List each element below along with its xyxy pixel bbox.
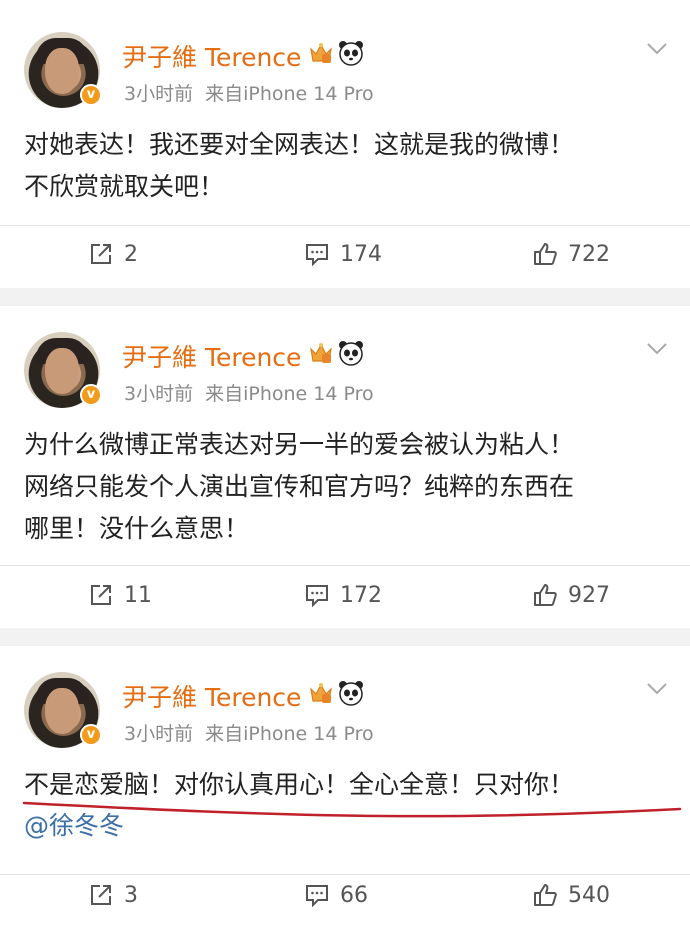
panda-icon bbox=[339, 341, 363, 366]
repost-icon bbox=[91, 885, 111, 905]
like-button[interactable]: 540 bbox=[532, 882, 610, 908]
post-text-line: 网络只能发个人演出宣传和官方吗？纯粹的东西在 bbox=[24, 472, 575, 501]
chevron-down-icon[interactable] bbox=[646, 342, 668, 356]
author-name[interactable]: 尹子維 Terence bbox=[122, 678, 301, 714]
like-count: 927 bbox=[568, 582, 610, 608]
repost-button[interactable]: 2 bbox=[88, 241, 138, 267]
author-name[interactable]: 尹子維 Terence bbox=[122, 38, 301, 74]
chevron-down-icon[interactable] bbox=[646, 42, 668, 56]
panda-icon bbox=[339, 681, 363, 706]
like-button[interactable]: 722 bbox=[532, 241, 610, 267]
repost-icon bbox=[91, 244, 111, 264]
comment-count: 174 bbox=[340, 241, 382, 267]
post-time: 3小时前 bbox=[124, 383, 194, 405]
author-name[interactable]: 尹子維 Terence bbox=[122, 338, 301, 374]
repost-count: 3 bbox=[124, 882, 138, 908]
chevron-down-icon[interactable] bbox=[646, 682, 668, 696]
post-source: 来自iPhone 14 Pro bbox=[205, 383, 374, 405]
red-underline-annotation bbox=[22, 801, 682, 818]
comment-button[interactable]: 174 bbox=[304, 241, 382, 267]
comment-icon bbox=[306, 244, 328, 267]
post-meta: 3小时前 来自iPhone 14 Pro bbox=[124, 719, 374, 746]
repost-button[interactable]: 3 bbox=[88, 882, 138, 908]
verified-badge-icon: v bbox=[80, 84, 102, 106]
comment-count: 172 bbox=[340, 582, 382, 608]
post-source: 来自iPhone 14 Pro bbox=[205, 83, 374, 105]
comment-button[interactable]: 172 bbox=[304, 582, 382, 608]
like-button[interactable]: 927 bbox=[532, 582, 610, 608]
repost-count: 11 bbox=[124, 582, 152, 608]
like-icon bbox=[534, 243, 557, 265]
crown-badge-icon bbox=[310, 43, 332, 63]
verified-badge-icon: v bbox=[80, 384, 102, 406]
post-text: 为什么微博正常表达对另一半的爱会被认为粘人！ 网络只能发个人演出宣传和官方吗？纯… bbox=[24, 424, 674, 550]
post-text-line: 为什么微博正常表达对另一半的爱会被认为粘人！ bbox=[24, 430, 575, 459]
comment-icon bbox=[306, 585, 328, 608]
like-count: 722 bbox=[568, 241, 610, 267]
post-text-line: 对她表达！我还要对全网表达！这就是我的微博！ bbox=[24, 130, 575, 159]
repost-count: 2 bbox=[124, 241, 138, 267]
verified-badge-icon: v bbox=[80, 724, 102, 746]
comment-button[interactable]: 66 bbox=[304, 882, 368, 908]
post-text-line: 哪里！没什么意思！ bbox=[24, 514, 250, 543]
post-meta: 3小时前 来自iPhone 14 Pro bbox=[124, 79, 374, 106]
post-time: 3小时前 bbox=[124, 83, 194, 105]
like-icon bbox=[534, 884, 557, 906]
divider bbox=[0, 225, 690, 226]
comment-count: 66 bbox=[340, 882, 368, 908]
crown-badge-icon bbox=[310, 683, 332, 703]
repost-button[interactable]: 11 bbox=[88, 582, 152, 608]
post-meta: 3小时前 来自iPhone 14 Pro bbox=[124, 379, 374, 406]
like-count: 540 bbox=[568, 882, 610, 908]
divider bbox=[0, 874, 690, 875]
divider bbox=[0, 565, 690, 566]
post-source: 来自iPhone 14 Pro bbox=[205, 723, 374, 745]
post-time: 3小时前 bbox=[124, 723, 194, 745]
comment-icon bbox=[306, 885, 328, 908]
post-text-line: 不欣赏就取关吧！ bbox=[24, 172, 225, 201]
panda-icon bbox=[339, 41, 363, 66]
crown-badge-icon bbox=[310, 343, 332, 363]
post-card[interactable]: v 尹子維 Terence 3小时前 来自iPhone 14 Pro 对她表达！我… bbox=[0, 0, 690, 288]
post-text: 对她表达！我还要对全网表达！这就是我的微博！ 不欣赏就取关吧！ bbox=[24, 124, 674, 208]
post-card[interactable]: v 尹子維 Terence 3小时前 来自iPhone 14 Pro 为什么微博正… bbox=[0, 306, 690, 628]
like-icon bbox=[534, 584, 557, 606]
repost-icon bbox=[91, 585, 111, 605]
weibo-feed: v 尹子維 Terence 3小时前 来自iPhone 14 Pro 对她表达！我… bbox=[0, 0, 690, 937]
post-card[interactable]: v 尹子維 Terence 3小时前 来自iPhone 14 Pro 不是恋爱脑！… bbox=[0, 646, 690, 937]
